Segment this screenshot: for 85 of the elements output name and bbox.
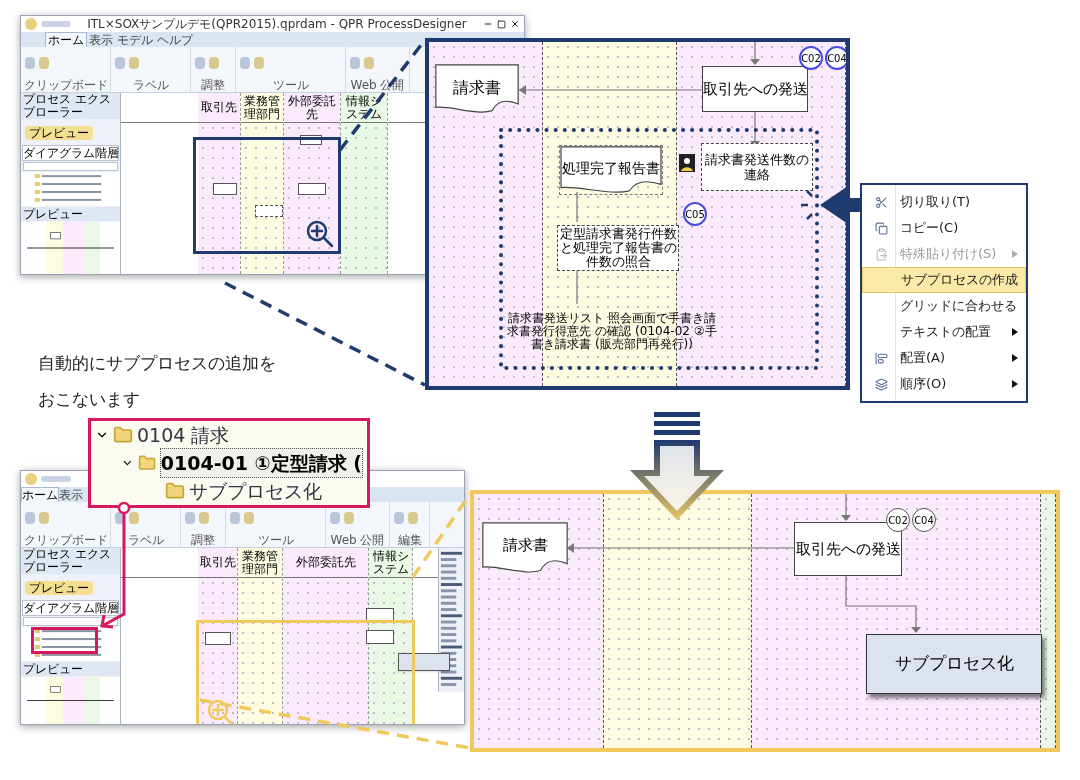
flow-shape: [298, 183, 326, 195]
copy-icon: [874, 221, 888, 235]
ribbon-group-label: 編集: [396, 533, 423, 547]
lane-header: 外部委託先: [284, 93, 340, 123]
ribbon-group-label: ラベル: [131, 78, 170, 92]
ribbon-tab[interactable]: 表示: [59, 488, 83, 502]
submenu-arrow-icon: [1012, 328, 1018, 336]
menu-item[interactable]: コピー(C): [862, 215, 1026, 241]
lane-header: 業務管理部門: [238, 548, 282, 578]
menu-item[interactable]: グリッドに合わせる: [862, 293, 1026, 319]
ribbon-group-label: ラベル: [126, 533, 165, 547]
menu-item[interactable]: 配置(A): [862, 345, 1026, 371]
menu-item[interactable]: 切り取り(T): [862, 189, 1026, 215]
hierarchy-select[interactable]: ダイアグラム階層: [22, 600, 119, 616]
app-logo-icon: [25, 18, 37, 30]
ribbon-tab[interactable]: モデル: [115, 33, 155, 47]
flow-shape: [366, 630, 394, 644]
scissors-icon: [874, 195, 888, 209]
document-shape: 請求書: [482, 522, 568, 574]
panel-title: プロセス エクスプローラー: [21, 548, 120, 574]
ribbon-group-label: クリップボード: [22, 533, 109, 547]
ribbon-tab[interactable]: 表示: [87, 33, 115, 47]
panel-title: プロセス エクスプローラー: [21, 93, 120, 119]
menu-item[interactable]: テキストの配置: [862, 319, 1026, 345]
layers-icon: [874, 377, 888, 391]
document-shape: 請求書: [435, 64, 519, 114]
lane-header: 業務管理部門: [241, 93, 283, 123]
caption-text: おこないます: [38, 388, 141, 410]
ribbon-group-label: ツール: [256, 533, 295, 547]
connector-arrow: [750, 42, 760, 65]
process-step: 取引先への発送: [702, 66, 808, 112]
zoom-in-icon: [206, 698, 236, 724]
folder-icon: [165, 481, 185, 501]
clipboard-icon: [874, 247, 888, 261]
close-icon[interactable]: [510, 19, 520, 29]
tree-item[interactable]: 0104-01 ①定型請求 (: [159, 447, 363, 479]
lane-header: 外部委託先: [283, 548, 368, 578]
ribbon-tab[interactable]: ホーム: [21, 487, 59, 502]
ribbon-tab[interactable]: ヘルプ: [155, 33, 195, 47]
menu-item[interactable]: サブプロセスの作成: [862, 267, 1026, 293]
folder-icon: [113, 425, 133, 445]
zoom-in-icon: [305, 219, 335, 249]
annotation-text: 請求書発送リスト 照会画面で手書き請求書発行得意先 の確認 (0104-02 ②手書き請求書 (販売部門再発行)): [507, 312, 717, 351]
process-step: 請求書発送件数の連絡: [701, 143, 813, 191]
caption-text: 自動的にサブプロセスの追加を: [38, 352, 276, 374]
person-icon: [679, 154, 695, 172]
quick-access-icon: [41, 21, 71, 27]
preview-button[interactable]: プレビュー: [25, 126, 93, 140]
app-logo-icon: [25, 473, 37, 485]
connector-arrow: [841, 494, 851, 521]
lane-header: 取引先: [198, 548, 237, 578]
process-step: 定型請求書発行件数と処理完了報告書の件数の照合: [557, 225, 679, 271]
submenu-arrow-icon: [1012, 354, 1018, 362]
panel-title: プレビュー: [21, 207, 120, 221]
window-title: ITL×SOXサンプルデモ(QPR2015).qprdam - QPR ProcessDesigner: [86, 16, 468, 33]
flow-shape: [398, 653, 450, 671]
document-shape: 処理完了報告書: [559, 145, 663, 195]
menu-item[interactable]: 順序(O): [862, 371, 1026, 397]
flow-shape: [213, 183, 237, 195]
search-field[interactable]: [23, 617, 118, 626]
preview-button[interactable]: プレビュー: [25, 581, 93, 595]
tree-item[interactable]: サブプロセス化: [189, 476, 322, 505]
tree-item[interactable]: 0104 請求: [137, 421, 230, 450]
highlight-frame: [31, 627, 98, 654]
ribbon-tab[interactable]: ホーム: [45, 32, 87, 47]
submenu-arrow-icon: [1012, 380, 1018, 388]
panel-title: プレビュー: [21, 662, 120, 676]
ribbon-group-label: ツール: [271, 78, 310, 92]
lane-header: 情報システム: [369, 548, 412, 578]
submenu-arrow-icon: [1012, 250, 1018, 258]
subprocess-step: サブプロセス化: [866, 634, 1042, 694]
flow-shape: [300, 135, 322, 145]
lane-header: 取引先: [198, 93, 240, 123]
flow-shape: [205, 632, 231, 645]
ribbon-group-label: 調整: [190, 533, 216, 547]
ribbon-group-label: 調整: [200, 78, 226, 92]
hierarchy-select[interactable]: ダイアグラム階層: [22, 145, 119, 161]
maximize-icon[interactable]: [497, 19, 506, 29]
flow-shape: [255, 205, 283, 217]
search-field[interactable]: [23, 162, 118, 171]
ribbon-group-label: Web 公開: [329, 533, 386, 547]
quick-access-icon: [41, 476, 71, 482]
align-icon: [874, 351, 888, 365]
ribbon-group-label: クリップボード: [22, 78, 109, 92]
folder-icon: [137, 453, 156, 473]
